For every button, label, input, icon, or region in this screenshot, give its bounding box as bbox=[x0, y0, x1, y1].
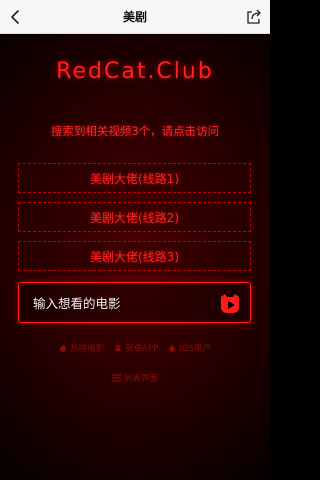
main-content: RedCat.Club 搜索到相关视频3个，请点击访问 美剧大佬(线路1) 美剧… bbox=[0, 34, 270, 480]
link-label: IOS用户 bbox=[179, 344, 211, 354]
search-result-message: 搜索到相关视频3个，请点击访问 bbox=[50, 124, 220, 138]
share-icon[interactable] bbox=[245, 8, 263, 26]
chevron-left-icon[interactable] bbox=[8, 9, 24, 25]
link-label: 热映电影 bbox=[70, 344, 105, 354]
route-label: 美剧大佬(线路1) bbox=[90, 171, 179, 186]
route-button-2[interactable]: 美剧大佬(线路2) bbox=[18, 202, 251, 232]
list-view-label: 列表界面 bbox=[123, 374, 158, 384]
route-label: 美剧大佬(线路2) bbox=[90, 210, 179, 225]
link-ios-users[interactable]: IOS用户 bbox=[168, 342, 211, 354]
site-logo: RedCat.Club bbox=[56, 59, 214, 84]
list-view-link[interactable]: 列表界面 bbox=[0, 372, 270, 384]
link-android-app[interactable]: 安卓APP bbox=[114, 342, 158, 354]
route-button-3[interactable]: 美剧大佬(线路3) bbox=[18, 241, 251, 271]
list-icon bbox=[111, 374, 121, 382]
page-title: 美剧 bbox=[122, 10, 147, 24]
route-button-1[interactable]: 美剧大佬(线路1) bbox=[18, 163, 251, 193]
link-hot-movies[interactable]: 热映电影 bbox=[59, 342, 104, 354]
route-label: 美剧大佬(线路3) bbox=[90, 249, 179, 264]
apple-icon bbox=[169, 344, 176, 352]
search-box bbox=[18, 282, 251, 323]
navbar: 美剧 bbox=[0, 0, 270, 34]
cat-play-icon[interactable] bbox=[218, 291, 242, 315]
link-label: 安卓APP bbox=[125, 344, 159, 354]
search-input[interactable] bbox=[33, 292, 213, 314]
bottom-links: 热映电影 安卓APP IOS用户 bbox=[0, 342, 270, 354]
android-icon bbox=[115, 345, 121, 351]
fire-icon bbox=[60, 344, 67, 352]
